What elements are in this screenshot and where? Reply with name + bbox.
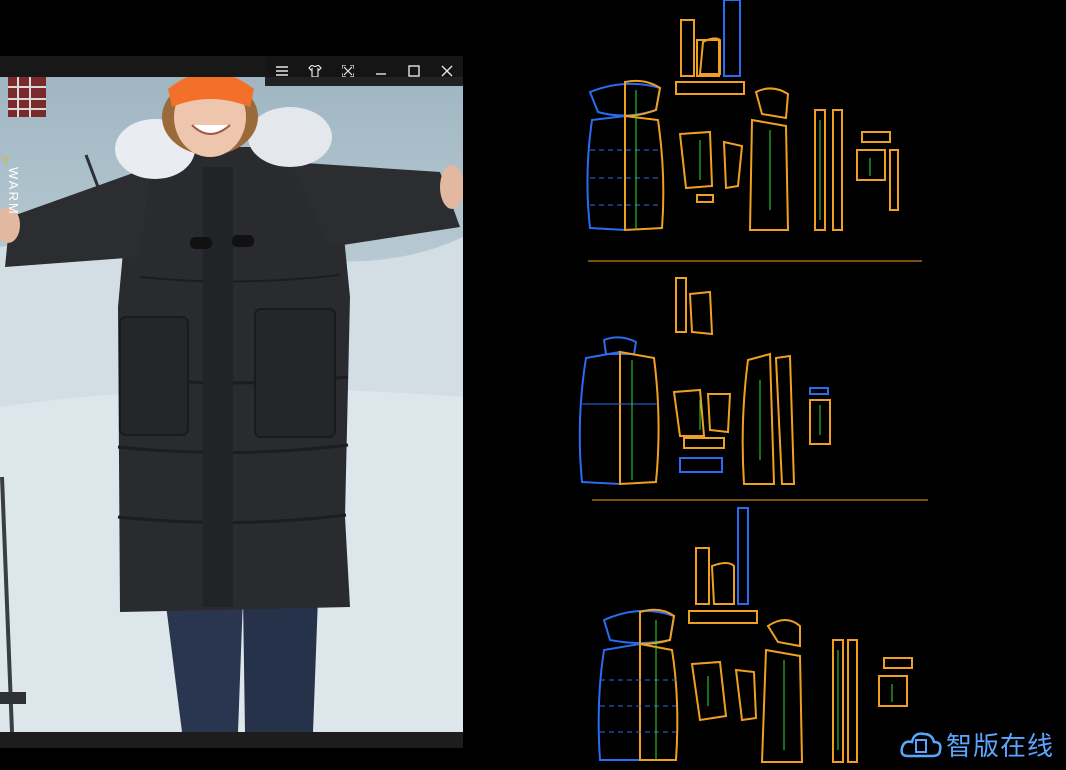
- menu-icon[interactable]: [270, 59, 294, 83]
- pattern-group-2: [578, 277, 831, 486]
- model-in-parka-illustration: [0, 77, 463, 732]
- shirt-icon[interactable]: [303, 59, 327, 83]
- viewer-bottom-bar: [0, 732, 463, 748]
- cloud-logo-icon: [900, 732, 942, 758]
- pattern-group-1: [586, 0, 899, 232]
- pattern-cad-canvas: [560, 0, 1066, 770]
- watermark-text: 智版在线: [946, 731, 1055, 762]
- brand-accent-letter: Y: [2, 155, 10, 167]
- fullscreen-icon[interactable]: [336, 59, 360, 83]
- watermark: 智版在线: [900, 724, 1054, 764]
- minimize-icon[interactable]: [369, 59, 393, 83]
- pattern-pieces-drawing: [578, 0, 928, 763]
- pattern-group-3: [597, 507, 913, 763]
- maximize-icon[interactable]: [402, 59, 426, 83]
- window-controls: [265, 56, 463, 86]
- photo-viewer-window: Y WARM: [0, 56, 463, 748]
- product-photo: Y WARM: [0, 77, 463, 732]
- close-icon[interactable]: [435, 59, 459, 83]
- brand-watermark-text: WARM: [6, 167, 21, 216]
